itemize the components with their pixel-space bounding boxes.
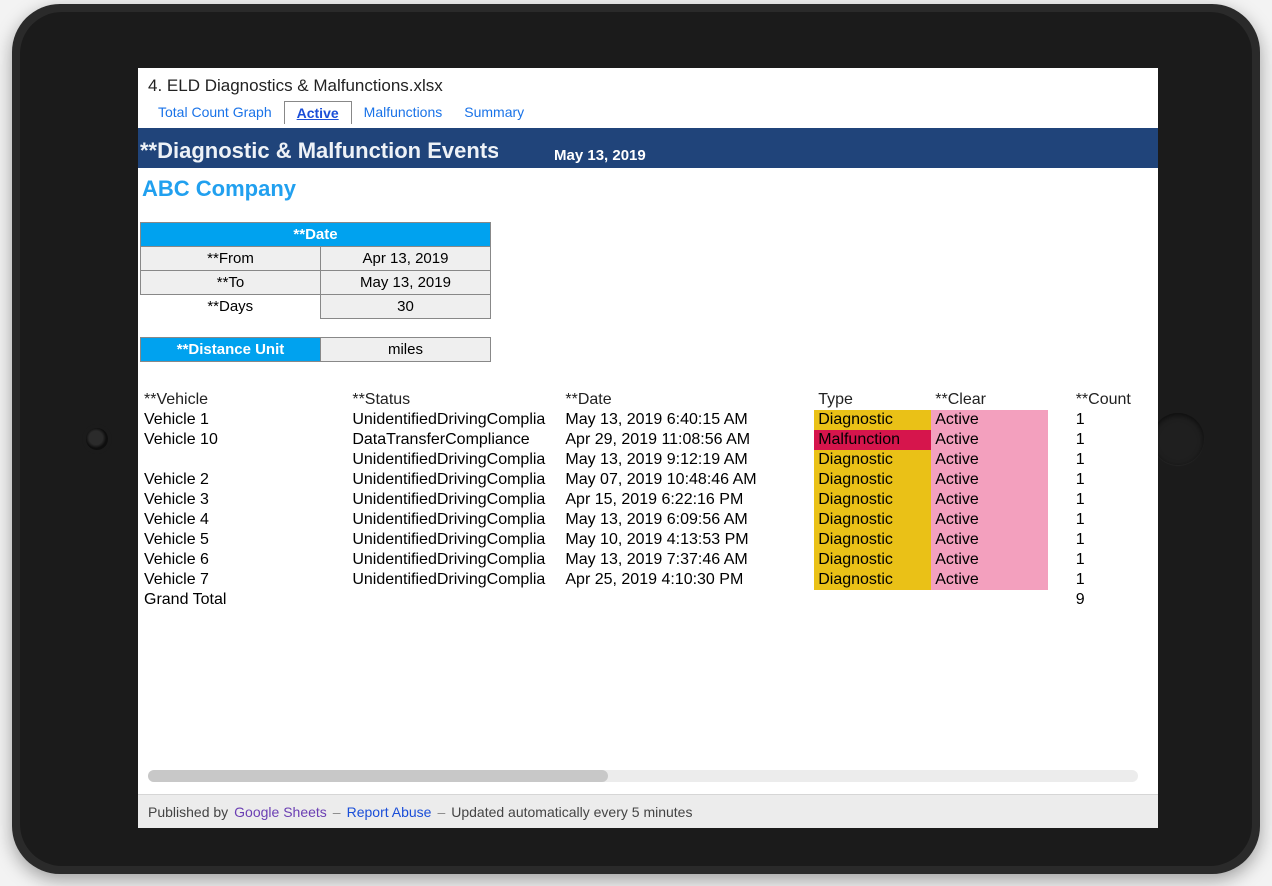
banner: **Diagnostic & Malfunction Events May 13… bbox=[138, 128, 1158, 168]
date-range-table: **Date **From Apr 13, 2019 **To May 13, … bbox=[140, 222, 491, 319]
to-label: **To bbox=[141, 271, 321, 295]
from-label: **From bbox=[141, 247, 321, 271]
distance-label: **Distance Unit bbox=[141, 338, 321, 362]
col-date: **Date bbox=[561, 390, 814, 410]
footer: Published by Google Sheets – Report Abus… bbox=[138, 794, 1158, 828]
banner-title: **Diagnostic & Malfunction Events bbox=[138, 134, 498, 168]
grand-total-count: 9 bbox=[1072, 590, 1156, 610]
table-row: UnidentifiedDrivingCompliaMay 13, 2019 9… bbox=[140, 450, 1156, 470]
from-value: Apr 13, 2019 bbox=[321, 247, 491, 271]
table-row: Vehicle 10DataTransferComplianceApr 29, … bbox=[140, 430, 1156, 450]
company-name: ABC Company bbox=[140, 168, 1156, 222]
distance-value: miles bbox=[321, 338, 491, 362]
report-abuse-link[interactable]: Report Abuse bbox=[347, 804, 432, 820]
col-count: **Count bbox=[1072, 390, 1156, 410]
table-row: Vehicle 7UnidentifiedDrivingCompliaApr 2… bbox=[140, 570, 1156, 590]
col-type: Type bbox=[814, 390, 931, 410]
horizontal-scrollbar[interactable] bbox=[148, 770, 1138, 782]
tab-active[interactable]: Active bbox=[284, 101, 352, 124]
sheet-tabs: Total Count GraphActiveMalfunctionsSumma… bbox=[138, 100, 1158, 128]
banner-date: May 13, 2019 bbox=[554, 147, 646, 168]
front-camera-icon bbox=[86, 428, 108, 450]
table-row: Vehicle 3UnidentifiedDrivingCompliaApr 1… bbox=[140, 490, 1156, 510]
distance-unit-table: **Distance Unit miles bbox=[140, 337, 491, 362]
col-status: **Status bbox=[348, 390, 561, 410]
tablet-bezel: 4. ELD Diagnostics & Malfunctions.xlsx T… bbox=[20, 12, 1252, 866]
google-sheets-link[interactable]: Google Sheets bbox=[234, 804, 327, 820]
table-row: Vehicle 5UnidentifiedDrivingCompliaMay 1… bbox=[140, 530, 1156, 550]
table-row: Vehicle 6UnidentifiedDrivingCompliaMay 1… bbox=[140, 550, 1156, 570]
tab-total-count-graph[interactable]: Total Count Graph bbox=[148, 100, 282, 124]
col-vehicle: **Vehicle bbox=[140, 390, 348, 410]
table-row: Vehicle 4UnidentifiedDrivingCompliaMay 1… bbox=[140, 510, 1156, 530]
tablet-frame: 4. ELD Diagnostics & Malfunctions.xlsx T… bbox=[12, 4, 1260, 874]
col-clear: **Clear bbox=[931, 390, 1048, 410]
table-row: Vehicle 1UnidentifiedDrivingCompliaMay 1… bbox=[140, 410, 1156, 430]
home-button[interactable] bbox=[1152, 413, 1204, 465]
table-row: Vehicle 2UnidentifiedDrivingCompliaMay 0… bbox=[140, 470, 1156, 490]
file-title: 4. ELD Diagnostics & Malfunctions.xlsx bbox=[138, 68, 1158, 100]
published-by-text: Published by bbox=[148, 804, 228, 820]
days-value: 30 bbox=[321, 295, 491, 319]
days-label: **Days bbox=[141, 295, 321, 319]
screen: 4. ELD Diagnostics & Malfunctions.xlsx T… bbox=[138, 68, 1158, 828]
to-value: May 13, 2019 bbox=[321, 271, 491, 295]
date-header: **Date bbox=[141, 223, 491, 247]
events-table: **Vehicle **Status **Date Type **Clear *… bbox=[140, 390, 1156, 610]
tab-summary[interactable]: Summary bbox=[454, 100, 534, 124]
grand-total-label: Grand Total bbox=[140, 590, 348, 610]
scrollbar-thumb[interactable] bbox=[148, 770, 608, 782]
updated-text: Updated automatically every 5 minutes bbox=[451, 804, 692, 820]
tab-malfunctions[interactable]: Malfunctions bbox=[354, 100, 453, 124]
